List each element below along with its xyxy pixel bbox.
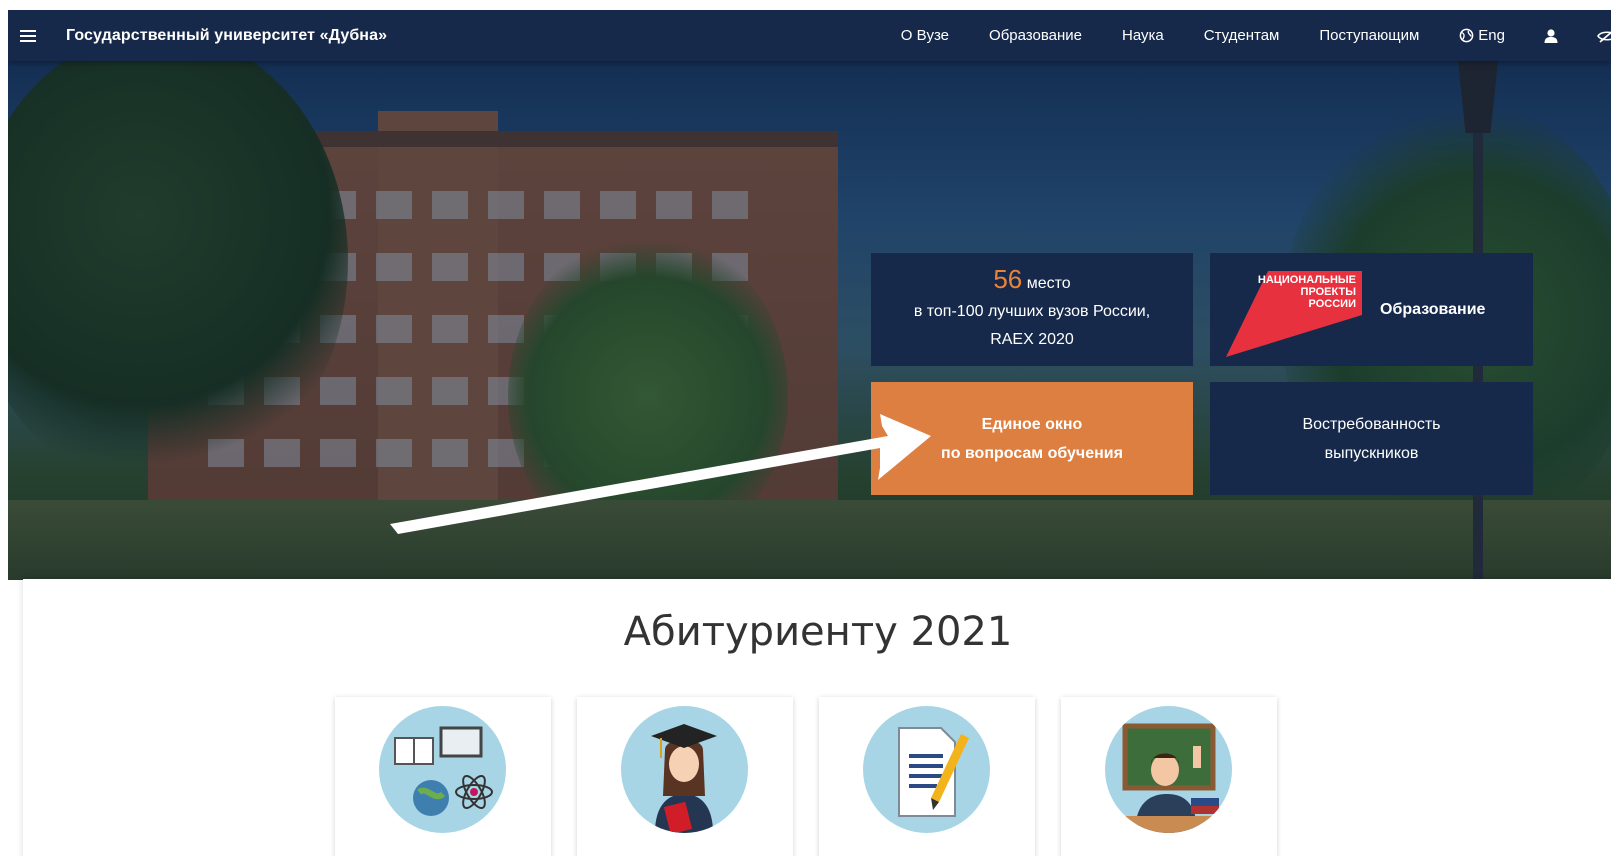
nav-item-about[interactable]: О Вузе	[901, 27, 949, 44]
browser-viewport: Государственный университет «Дубна» О Ву…	[8, 10, 1611, 856]
language-label: Eng	[1478, 27, 1505, 44]
card-teacher[interactable]	[1061, 697, 1277, 856]
main-nav: О Вузе Образование Наука Студентам Посту…	[901, 10, 1611, 61]
science-icon	[379, 706, 506, 833]
nav-item-students[interactable]: Студентам	[1204, 27, 1280, 44]
graduate-demand-tile[interactable]: Востребованность выпускников	[1210, 382, 1533, 495]
top-navigation-bar: Государственный университет «Дубна» О Ву…	[8, 10, 1611, 61]
nav-item-applicants[interactable]: Поступающим	[1319, 27, 1419, 44]
teacher-icon	[1105, 706, 1232, 833]
applicants-section: Абитуриенту 2021	[23, 579, 1611, 856]
section-title: Абитуриенту 2021	[623, 609, 1013, 655]
svg-text:НАЦИОНАЛЬНЫЕ: НАЦИОНАЛЬНЫЕ	[1258, 274, 1356, 286]
rank-suffix: место	[1022, 275, 1071, 292]
graduate-demand-title: Востребованность	[1302, 415, 1441, 433]
graduate-demand-subtitle: выпускников	[1324, 444, 1419, 462]
rank-tile[interactable]: 56 место в топ-100 лучших вузов России, …	[871, 253, 1193, 366]
language-switch[interactable]: Eng	[1459, 27, 1505, 44]
accessibility-toggle[interactable]	[1597, 28, 1611, 44]
eye-slash-icon	[1597, 30, 1611, 43]
user-icon	[1544, 28, 1558, 43]
svg-text:ПРОЕКТЫ: ПРОЕКТЫ	[1301, 286, 1357, 298]
rank-number: 56	[993, 264, 1023, 294]
single-window-title: Единое окно	[981, 415, 1083, 433]
national-projects-logo: НАЦИОНАЛЬНЫЕ ПРОЕКТЫ РОССИИ	[1226, 271, 1362, 357]
card-documents[interactable]	[819, 697, 1035, 856]
document-icon	[863, 706, 990, 833]
national-projects-label: Образование	[1380, 300, 1486, 318]
user-account-button[interactable]	[1543, 28, 1559, 44]
single-window-tile[interactable]: Единое окно по вопросам обучения	[871, 382, 1193, 495]
single-window-subtitle: по вопросам обучения	[941, 444, 1123, 462]
menu-icon[interactable]	[20, 25, 42, 47]
rank-source: RAEX 2020	[990, 331, 1074, 348]
nav-item-education[interactable]: Образование	[989, 27, 1082, 44]
nav-item-science[interactable]: Наука	[1122, 27, 1164, 44]
applicant-cards	[335, 697, 1277, 856]
card-graduate[interactable]	[577, 697, 793, 856]
national-projects-tile[interactable]: НАЦИОНАЛЬНЫЕ ПРОЕКТЫ РОССИИ Образование	[1210, 253, 1533, 366]
svg-text:РОССИИ: РОССИИ	[1309, 298, 1357, 310]
site-title[interactable]: Государственный университет «Дубна»	[66, 27, 387, 45]
globe-icon	[1459, 28, 1474, 43]
graduate-icon	[621, 706, 748, 833]
card-study-programs[interactable]	[335, 697, 551, 856]
rank-description: в топ-100 лучших вузов России,	[913, 303, 1151, 320]
